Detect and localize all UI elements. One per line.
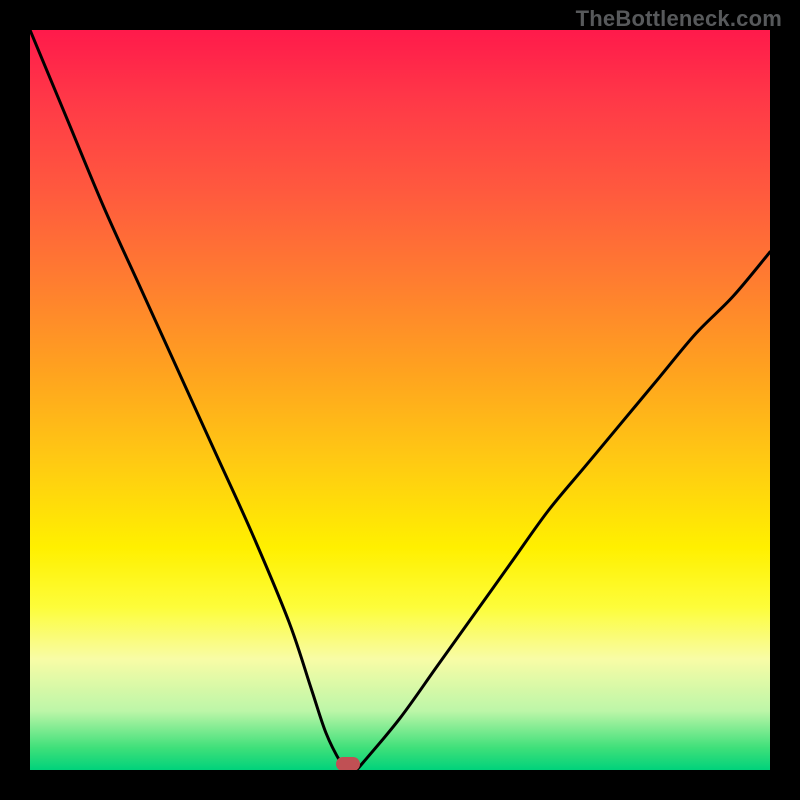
curve-svg	[30, 30, 770, 770]
chart-frame: TheBottleneck.com	[0, 0, 800, 800]
watermark-text: TheBottleneck.com	[576, 6, 782, 32]
bottleneck-curve-path	[30, 30, 770, 770]
optimal-marker	[336, 757, 360, 770]
plot-area	[30, 30, 770, 770]
